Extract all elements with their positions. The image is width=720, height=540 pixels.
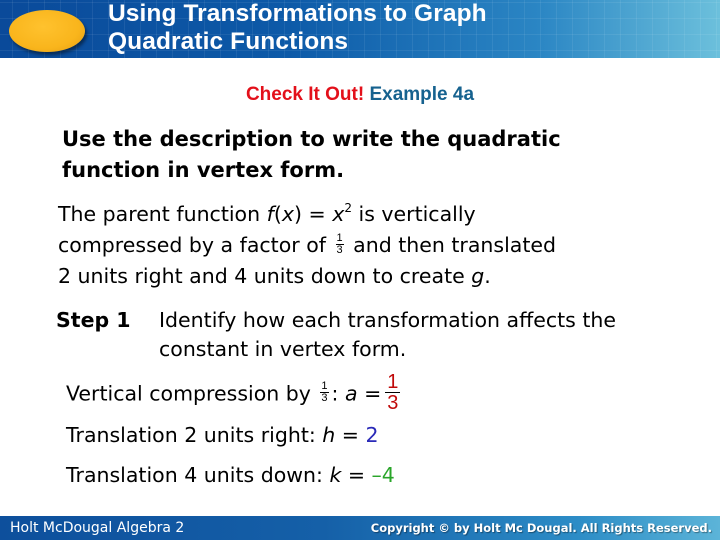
desc-text: 2 units right and 4 units down to create	[58, 264, 472, 288]
desc-text: and then translated	[353, 233, 557, 257]
paren: )	[293, 202, 302, 226]
problem-description: The parent function f(x) = x2 is vertica…	[58, 193, 698, 292]
x-variable: x	[332, 202, 345, 226]
translation-right-text: Translation 2 units right:	[66, 423, 323, 447]
desc-line-3: 2 units right and 4 units down to create…	[58, 261, 698, 292]
h-value: 2	[365, 423, 379, 447]
fraction-numerator: 1	[335, 231, 344, 245]
compression-line: Vertical compression by 13: a = 1 3	[66, 371, 401, 415]
example-number: Example 4a	[369, 84, 475, 105]
fraction-one-third: 13	[320, 381, 329, 404]
function-g: g	[471, 264, 485, 288]
paren: (	[273, 202, 282, 226]
fraction-denominator: 3	[321, 392, 328, 404]
desc-line-2: compressed by a factor of 13 and then tr…	[58, 230, 698, 261]
prompt-line-2: function in vertex form.	[62, 158, 345, 182]
equals-sign: =	[335, 423, 366, 447]
fraction-denominator: 3	[387, 392, 399, 414]
footer-bar: Holt McDougal Algebra 2 Copyright © by H…	[0, 516, 720, 540]
function-name: f	[266, 202, 274, 226]
translation-right-line: Translation 2 units right: h = 2	[66, 421, 379, 449]
equals-sign: =	[301, 202, 333, 226]
k-value: –4	[371, 463, 395, 487]
desc-line-1: The parent function f(x) = x2 is vertica…	[58, 193, 698, 230]
equals-sign: =	[357, 381, 382, 406]
desc-text: compressed by a factor of	[58, 233, 326, 257]
page-title: Using Transformations to Graph Quadratic…	[108, 0, 487, 56]
title-line-2: Quadratic Functions	[108, 28, 349, 55]
a-variable: a	[344, 381, 358, 406]
example-heading: Check It Out! Example 4a	[0, 84, 720, 106]
desc-text: The parent function	[58, 202, 267, 226]
step-text: Identify how each transformation affects…	[159, 308, 616, 361]
exponent: 2	[344, 201, 352, 215]
period: .	[484, 264, 491, 288]
compression-text: Vertical compression by	[66, 381, 311, 406]
h-variable: h	[322, 423, 336, 447]
fraction-one-third: 13	[335, 231, 344, 256]
equals-sign: =	[341, 463, 372, 487]
prompt-line-1: Use the description to write the quadrat…	[62, 127, 561, 151]
check-it-out-label: Check It Out!	[245, 84, 365, 105]
translation-down-line: Translation 4 units down: k = –4	[66, 461, 395, 489]
a-value-fraction: 13	[385, 371, 401, 414]
colon: :	[331, 381, 345, 406]
title-line-1: Using Transformations to Graph	[108, 0, 487, 27]
fraction-numerator: 1	[385, 371, 401, 393]
desc-text: is vertically	[351, 202, 476, 226]
fraction-denominator: 3	[336, 243, 343, 256]
function-variable: x	[281, 202, 294, 226]
k-variable: k	[329, 463, 342, 487]
orange-oval-icon	[9, 10, 85, 52]
header-banner: Using Transformations to Graph Quadratic…	[0, 0, 720, 58]
copyright-notice: Copyright © by Holt Mc Dougal. All Right…	[370, 521, 712, 535]
step-label: Step 1	[56, 308, 131, 332]
translation-down-text: Translation 4 units down:	[66, 463, 330, 487]
problem-prompt: Use the description to write the quadrat…	[62, 124, 682, 186]
course-name: Holt McDougal Algebra 2	[10, 520, 185, 536]
